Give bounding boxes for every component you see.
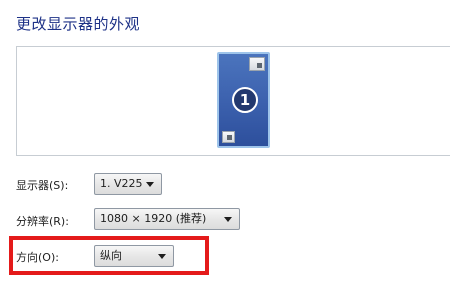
- chevron-down-icon: [224, 217, 232, 222]
- resolution-label: 分辨率(R):: [16, 215, 69, 228]
- monitor-tile[interactable]: 1: [217, 52, 270, 148]
- orientation-label: 方向(O):: [16, 251, 59, 264]
- monitor-number: 1: [232, 87, 258, 113]
- window-thumbnail-icon: [222, 131, 235, 143]
- resolution-select[interactable]: 1080 × 1920 (推荐): [94, 208, 240, 230]
- page-title: 更改显示器的外观: [16, 15, 141, 33]
- resolution-select-value: 1080 × 1920 (推荐): [100, 212, 207, 225]
- display-preview-area[interactable]: 1: [16, 46, 450, 156]
- window-thumbnail-icon: [249, 57, 265, 71]
- display-label: 显示器(S):: [16, 179, 69, 192]
- chevron-down-icon: [146, 182, 154, 187]
- orientation-select-value: 纵向: [100, 249, 122, 262]
- orientation-select[interactable]: 纵向: [94, 245, 174, 267]
- chevron-down-icon: [158, 254, 166, 259]
- display-select-value: 1. V225: [100, 177, 143, 190]
- display-select[interactable]: 1. V225: [94, 173, 162, 195]
